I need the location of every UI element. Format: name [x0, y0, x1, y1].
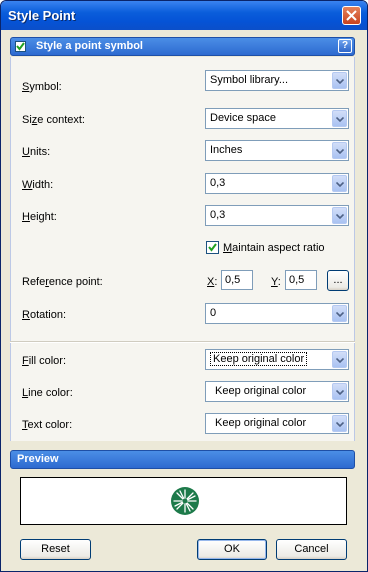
section-title: Style a point symbol: [36, 40, 143, 52]
chevron-down-icon: [336, 214, 344, 219]
rotation-combo[interactable]: 0: [205, 303, 349, 324]
ok-button[interactable]: OK: [197, 539, 267, 560]
chevron-down-icon: [336, 390, 344, 395]
help-icon[interactable]: ?: [338, 39, 352, 53]
text-color-dropdown-button[interactable]: [332, 415, 347, 432]
close-button[interactable]: [342, 6, 361, 25]
fill-color-combo[interactable]: Keep original color: [205, 349, 349, 370]
line-color-combo[interactable]: Keep original color: [205, 381, 349, 402]
ref-x-input[interactable]: 0,5: [221, 270, 253, 290]
close-icon: [346, 10, 357, 21]
preview-area: [20, 477, 347, 525]
text-color-value: Keep original color: [215, 417, 307, 429]
size-context-value: Device space: [210, 112, 277, 124]
height-value: 0,3: [210, 209, 226, 221]
chevron-down-icon: [336, 358, 344, 363]
style-point-window: Style Point Style a point symbol ? Symbo…: [0, 0, 368, 572]
line-color-label: Line color:: [22, 387, 73, 399]
section-divider: [10, 341, 355, 343]
size-context-label: Size context:: [22, 114, 85, 126]
cancel-button[interactable]: Cancel: [276, 539, 347, 560]
reference-point-label: Reference point:: [22, 276, 103, 288]
title-bar[interactable]: Style Point: [1, 1, 367, 30]
rotation-dropdown-button[interactable]: [332, 305, 347, 322]
reset-button[interactable]: Reset: [20, 539, 91, 560]
maintain-aspect-label[interactable]: Maintain aspect ratio: [223, 242, 325, 254]
height-label: Height:: [22, 211, 57, 223]
width-label: Width:: [22, 179, 54, 191]
symbol-value: Symbol library...: [210, 74, 289, 86]
style-section-header: Style a point symbol ?: [10, 37, 355, 56]
check-icon: [208, 243, 217, 252]
chevron-down-icon: [336, 149, 344, 154]
reference-point-browse-button[interactable]: ...: [327, 270, 349, 291]
units-dropdown-button[interactable]: [332, 142, 347, 159]
ref-y-input[interactable]: 0,5: [285, 270, 317, 290]
width-combo[interactable]: 0,3: [205, 173, 349, 194]
units-label: Units:: [22, 146, 51, 158]
chevron-down-icon: [336, 79, 344, 84]
preview-section-header: Preview: [10, 450, 355, 469]
size-context-dropdown-button[interactable]: [332, 110, 347, 127]
rotation-value: 0: [210, 307, 217, 319]
width-value: 0,3: [210, 177, 226, 189]
fill-color-value: Keep original color: [210, 352, 308, 366]
height-combo[interactable]: 0,3: [205, 205, 349, 226]
fill-color-dropdown-button[interactable]: [332, 351, 347, 368]
symbol-label: Symbol:: [22, 81, 62, 93]
fill-color-label: Fill color:: [22, 355, 67, 367]
symbol-dropdown-button[interactable]: [332, 72, 347, 89]
width-dropdown-button[interactable]: [332, 175, 347, 192]
rotation-label: Rotation:: [22, 309, 67, 321]
symbol-combo[interactable]: Symbol library...: [205, 70, 349, 91]
maintain-aspect-checkbox[interactable]: [206, 241, 219, 254]
units-combo[interactable]: Inches: [205, 140, 349, 161]
text-color-combo[interactable]: Keep original color: [205, 413, 349, 434]
chevron-down-icon: [336, 182, 344, 187]
green-starburst-symbol-icon: [171, 487, 199, 515]
units-value: Inches: [210, 144, 243, 156]
line-color-dropdown-button[interactable]: [332, 383, 347, 400]
chevron-down-icon: [336, 422, 344, 427]
preview-title: Preview: [17, 453, 59, 465]
size-context-combo[interactable]: Device space: [205, 108, 349, 129]
ref-y-label: Y:: [271, 276, 281, 288]
check-icon: [16, 42, 25, 51]
ref-x-label: X:: [207, 276, 218, 288]
style-enabled-checkbox[interactable]: [15, 41, 26, 52]
window-title: Style Point: [8, 8, 76, 23]
line-color-value: Keep original color: [215, 385, 307, 397]
chevron-down-icon: [336, 117, 344, 122]
chevron-down-icon: [336, 312, 344, 317]
height-dropdown-button[interactable]: [332, 207, 347, 224]
text-color-label: Text color:: [22, 419, 73, 431]
